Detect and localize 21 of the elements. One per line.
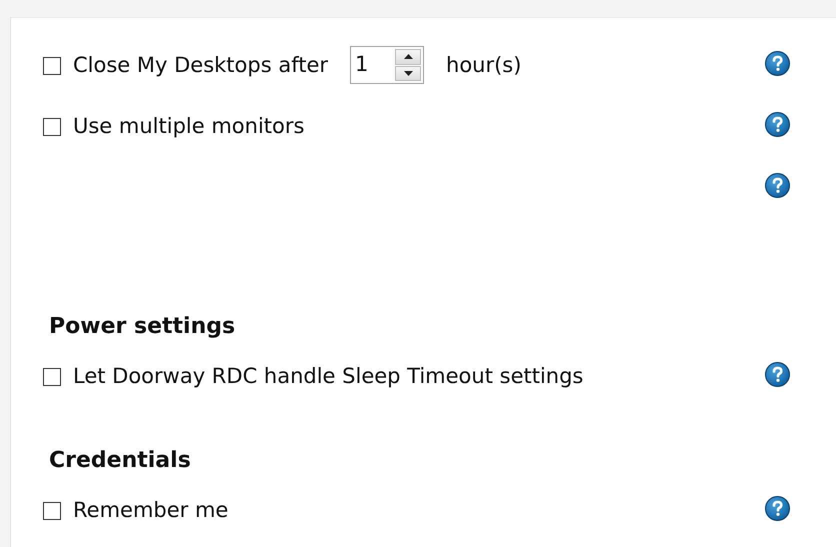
help-icon[interactable] [765, 172, 790, 198]
down-arrow-icon [404, 70, 413, 76]
number-spinner[interactable]: 1 [350, 46, 424, 84]
checkbox[interactable] [43, 118, 61, 136]
checkbox[interactable] [43, 502, 61, 520]
checkbox[interactable] [43, 368, 61, 386]
checkbox-label: Use multiple monitors [73, 114, 304, 138]
checkbox-label: Close My Desktops after [73, 53, 328, 77]
section-heading: Credentials [49, 447, 192, 475]
spin-down-button[interactable] [395, 66, 422, 81]
help-icon[interactable] [765, 362, 790, 386]
section-heading: Power settings [49, 313, 236, 341]
checkbox[interactable] [43, 57, 61, 75]
unit-label: hour(s) [446, 53, 522, 77]
checkbox-label: Remember me [73, 498, 228, 522]
help-icon[interactable] [765, 496, 790, 520]
up-arrow-icon [404, 54, 413, 60]
help-icon[interactable] [765, 50, 790, 76]
help-icon[interactable] [765, 112, 790, 136]
checkbox-label: Let Doorway RDC handle Sleep Timeout settings [73, 364, 584, 388]
spin-up-button[interactable] [395, 49, 422, 64]
